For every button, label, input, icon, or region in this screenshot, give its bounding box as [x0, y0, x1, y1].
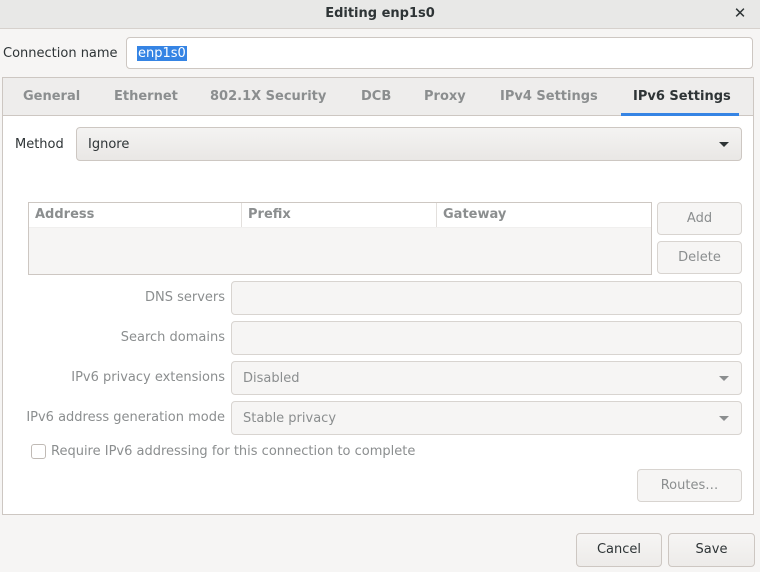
tab-proxy[interactable]: Proxy [424, 78, 466, 115]
address-table[interactable]: Address Prefix Gateway [28, 202, 652, 275]
column-gateway: Gateway [436, 203, 651, 227]
connection-name-value: enp1s0 [137, 46, 187, 61]
column-prefix: Prefix [241, 203, 436, 227]
add-button[interactable]: Add [657, 202, 742, 235]
tab-ipv4-settings[interactable]: IPv4 Settings [500, 78, 598, 115]
chevron-down-icon [719, 142, 729, 147]
tab-ethernet[interactable]: Ethernet [114, 78, 178, 115]
address-generation-dropdown[interactable]: Stable privacy [231, 401, 742, 435]
address-generation-value: Stable privacy [243, 411, 337, 426]
require-ipv6-checkbox[interactable] [31, 444, 46, 459]
tab-general[interactable]: General [23, 78, 80, 115]
search-domains-input[interactable] [231, 321, 742, 355]
delete-button[interactable]: Delete [657, 241, 742, 274]
privacy-extensions-value: Disabled [243, 371, 300, 386]
connection-name-label: Connection name [3, 46, 118, 61]
privacy-extensions-dropdown[interactable]: Disabled [231, 361, 742, 395]
title-bar: Editing enp1s0 ✕ [0, 0, 760, 29]
tab-ipv6-settings[interactable]: IPv6 Settings [621, 78, 739, 116]
method-dropdown[interactable]: Ignore [76, 127, 742, 161]
method-value: Ignore [88, 137, 130, 152]
dns-servers-input[interactable] [231, 281, 742, 315]
close-icon[interactable]: ✕ [732, 4, 748, 22]
routes-button[interactable]: Routes… [637, 469, 742, 502]
require-ipv6-label: Require IPv6 addressing for this connect… [51, 444, 416, 459]
tab-8021x-security[interactable]: 802.1X Security [210, 78, 326, 115]
method-label: Method [15, 137, 64, 152]
address-table-body [29, 228, 651, 274]
chevron-down-icon [719, 376, 729, 381]
connection-name-input[interactable]: enp1s0 [126, 37, 753, 69]
privacy-extensions-label: IPv6 privacy extensions [71, 370, 225, 385]
address-generation-label: IPv6 address generation mode [26, 410, 225, 425]
tab-bar: General Ethernet 802.1X Security DCB Pro… [3, 78, 753, 116]
settings-notebook: General Ethernet 802.1X Security DCB Pro… [2, 77, 754, 515]
address-table-header: Address Prefix Gateway [29, 203, 651, 228]
search-domains-label: Search domains [120, 330, 225, 345]
window-title: Editing enp1s0 [325, 6, 435, 21]
save-button[interactable]: Save [668, 533, 755, 567]
column-address: Address [35, 207, 95, 222]
cancel-button[interactable]: Cancel [576, 533, 662, 567]
chevron-down-icon [719, 416, 729, 421]
dns-servers-label: DNS servers [144, 290, 225, 305]
tab-dcb[interactable]: DCB [361, 78, 391, 115]
